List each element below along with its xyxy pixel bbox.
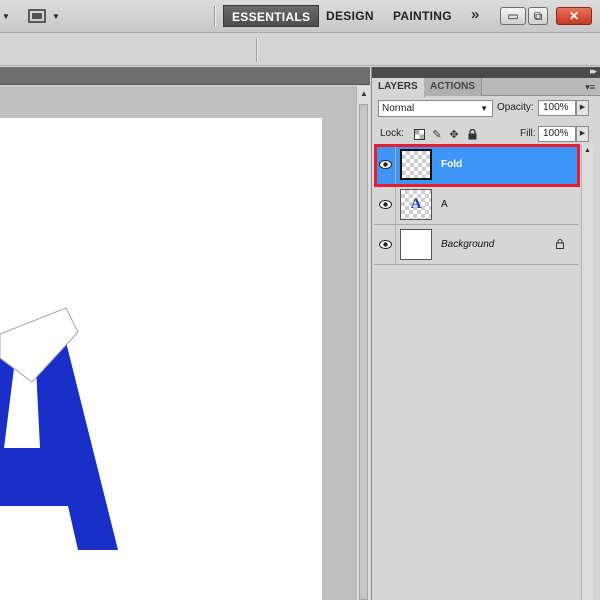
layer-thumbnail bbox=[400, 149, 432, 180]
chevron-down-icon: ▼ bbox=[480, 104, 488, 113]
lock-icon bbox=[556, 239, 564, 252]
eye-icon[interactable] bbox=[376, 145, 396, 184]
layer-row-a[interactable]: A A bbox=[374, 185, 578, 225]
panel-tab-bar: LAYERS ACTIONS ▾≡ bbox=[372, 78, 600, 97]
layer-row-background[interactable]: Background bbox=[374, 225, 578, 265]
workspace-design[interactable]: DESIGN bbox=[326, 5, 374, 27]
close-icon: ✕ bbox=[568, 9, 580, 23]
workspace-essentials[interactable]: ESSENTIALS bbox=[223, 5, 320, 27]
chevron-down-icon: ▼ bbox=[52, 11, 60, 21]
layer-thumbnail bbox=[400, 229, 432, 260]
document-canvas[interactable] bbox=[0, 118, 322, 600]
restore-icon: ⧉ bbox=[533, 8, 543, 23]
scroll-up-icon[interactable]: ▲ bbox=[360, 89, 368, 98]
layer-name[interactable]: Background bbox=[441, 225, 494, 264]
panel-menu-icon[interactable]: ▾≡ bbox=[585, 82, 595, 93]
application-bar: ▼ ▼ ESSENTIALS DESIGN PAINTING » ▭ ⧉ ✕ bbox=[0, 0, 600, 33]
layer-name[interactable]: Fold bbox=[441, 145, 462, 184]
eye-icon[interactable] bbox=[376, 185, 396, 224]
opacity-slider-button[interactable]: ▶ bbox=[576, 100, 589, 116]
options-bar bbox=[0, 34, 600, 66]
move-icon[interactable]: ✥ bbox=[448, 128, 460, 141]
fill-label: Fill: bbox=[520, 128, 536, 139]
tool-dropdown-left[interactable]: ▼ bbox=[2, 7, 10, 25]
brush-icon[interactable]: ✎ bbox=[431, 128, 443, 141]
layer-name[interactable]: A bbox=[441, 185, 448, 224]
letter-a-artwork bbox=[0, 307, 118, 550]
lock-transparency-icon[interactable] bbox=[413, 128, 425, 140]
minimize-icon: ▭ bbox=[507, 9, 519, 23]
close-button[interactable]: ✕ bbox=[556, 7, 592, 25]
chevron-down-icon: ▼ bbox=[2, 11, 10, 21]
separator bbox=[214, 6, 215, 26]
separator bbox=[256, 38, 257, 62]
layer-thumbnail: A bbox=[400, 189, 432, 220]
screen-mode-icon bbox=[28, 9, 46, 23]
eye-icon[interactable] bbox=[376, 225, 396, 264]
fill-slider-button[interactable]: ▶ bbox=[576, 126, 589, 142]
scroll-up-icon[interactable]: ▲ bbox=[584, 147, 591, 154]
lock-label: Lock: bbox=[380, 128, 404, 139]
canvas-scrollbar[interactable]: ▲ bbox=[356, 86, 370, 600]
restore-button[interactable]: ⧉ bbox=[528, 7, 548, 25]
layers-list: Fold A A Background bbox=[374, 144, 578, 265]
more-workspaces-button[interactable]: » bbox=[471, 6, 480, 23]
scrollbar-thumb[interactable] bbox=[359, 104, 368, 600]
fill-input[interactable]: 100% bbox=[538, 126, 576, 142]
panel-header-bar: ▸▸ bbox=[372, 66, 600, 78]
blend-mode-select[interactable]: Normal ▼ bbox=[378, 100, 493, 117]
opacity-input[interactable]: 100% bbox=[538, 100, 576, 116]
workspace-painting[interactable]: PAINTING bbox=[393, 5, 452, 27]
layer-row-fold[interactable]: Fold bbox=[374, 145, 578, 185]
opacity-label: Opacity: bbox=[497, 102, 534, 113]
minimize-button[interactable]: ▭ bbox=[500, 7, 526, 25]
tab-layers[interactable]: LAYERS bbox=[372, 78, 425, 97]
document-tab-strip bbox=[0, 67, 370, 85]
blend-mode-value: Normal bbox=[382, 103, 415, 114]
thumbnail-letter: A bbox=[410, 196, 422, 212]
tab-actions[interactable]: ACTIONS bbox=[424, 78, 482, 96]
collapse-panel-icon[interactable]: ▸▸ bbox=[590, 66, 597, 77]
layers-panel: ▸▸ LAYERS ACTIONS ▾≡ Normal ▼ Opacity: 1… bbox=[371, 66, 600, 600]
layers-scrollbar[interactable]: ▲ bbox=[581, 145, 593, 600]
lock-icon[interactable] bbox=[466, 128, 478, 140]
screen-mode-button[interactable]: ▼ bbox=[28, 7, 60, 25]
